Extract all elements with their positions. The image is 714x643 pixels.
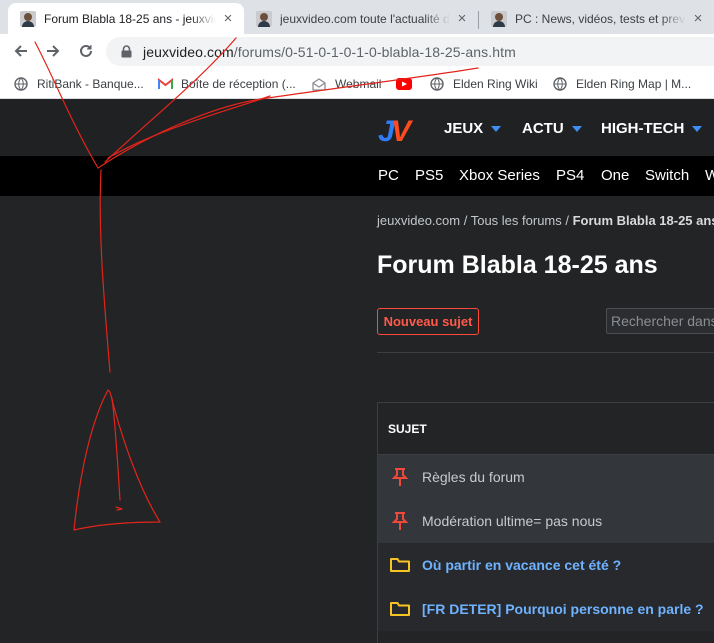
platform-ps5[interactable]: PS5 [415,167,443,184]
platform-nav: PC PS5 Xbox Series PS4 One Switch Wii U [0,156,714,196]
divider [377,352,714,353]
globe-icon [552,76,568,92]
page-title: Forum Blabla 18-25 ans [377,251,658,279]
close-tab-icon[interactable]: × [454,10,470,27]
bookmark-elden-ring-wiki[interactable]: Elden Ring Wiki [429,75,538,93]
bookmark-label: Webmail [335,77,382,91]
topic-title[interactable]: Où partir en vacance cet été ? [422,557,621,573]
topic-title[interactable]: Modération ultime= pas nous [422,513,602,529]
gmail-icon [157,76,173,92]
bookmark-youtube[interactable] [396,75,420,93]
back-button[interactable] [9,39,33,63]
folder-icon [378,601,422,617]
jv-logo[interactable]: J V [377,113,419,145]
main-content: jeuxvideo.com / Tous les forums / Forum … [0,196,714,643]
pin-icon [378,468,422,486]
globe-icon [429,76,445,92]
breadcrumb: jeuxvideo.com / Tous les forums / Forum … [377,213,714,228]
bookmark-gmail[interactable]: Boîte de réception (... [157,75,296,93]
chevron-down-icon [692,125,703,132]
platform-switch[interactable]: Switch [645,167,689,184]
breadcrumb-separator: / [561,213,573,228]
bookmark-ritibank[interactable]: RitiBank - Banque... [13,75,144,93]
tab-strip: Forum Blabla 18-25 ans - jeuxvideo.com ×… [0,0,714,34]
forward-button[interactable] [41,39,65,63]
lock-icon [119,45,133,59]
platform-pc[interactable]: PC [378,167,399,184]
topic-list: SUJET Règles du forum Modération ultime=… [377,402,714,643]
site-header: J V JEUX ACTU HIGH-TECH [0,100,714,156]
bookmark-label: Elden Ring Wiki [453,77,538,91]
breadcrumb-all-forums[interactable]: Tous les forums [471,213,562,228]
browser-toolbar: jeuxvideo.com/forums/0-51-0-1-0-1-0-blab… [0,34,714,69]
nav-jeux-label: JEUX [444,120,484,137]
bookmark-label: Elden Ring Map | M... [576,77,692,91]
bookmark-elden-ring-map[interactable]: Elden Ring Map | M... [552,75,691,93]
address-bar[interactable]: jeuxvideo.com/forums/0-51-0-1-0-1-0-blab… [106,37,714,66]
reload-icon [80,44,92,57]
webmail-icon [311,76,327,92]
bookmarks-bar: RitiBank - Banque... Boîte de réception … [0,69,714,99]
topic-row[interactable]: Où partir en vacance cet été ? [378,543,714,587]
back-arrow-icon [14,45,27,57]
close-tab-icon[interactable]: × [220,10,236,27]
topic-title[interactable]: Règles du forum [422,469,525,485]
new-topic-button[interactable]: Nouveau sujet [377,308,479,335]
pin-icon [378,512,422,530]
breadcrumb-home[interactable]: jeuxvideo.com [377,213,460,228]
forward-arrow-icon [47,45,60,57]
topic-column-header: SUJET [378,403,714,455]
breadcrumb-separator: / [460,213,471,228]
url-path: /forums/0-51-0-1-0-1-0-blabla-18-25-ans.… [233,43,516,60]
platform-ps4[interactable]: PS4 [556,167,584,184]
topic-row[interactable]: Règles du forum [378,455,714,499]
chevron-down-icon [491,125,502,132]
tab-favicon-icon [491,10,507,27]
nav-high-tech[interactable]: HIGH-TECH [601,120,703,137]
tab-favicon-icon [256,10,272,27]
platform-wii-u[interactable]: Wii U [705,167,714,184]
url-domain: jeuxvideo.com [143,43,234,60]
bookmark-label: Boîte de réception (... [181,77,296,91]
topic-title[interactable]: [FR DETER] Pourquoi personne en parle ? [422,601,704,617]
globe-icon [13,76,29,92]
tab-title: jeuxvideo.com toute l'actualité du jeu v… [280,11,450,26]
youtube-icon [396,76,412,92]
nav-actu[interactable]: ACTU [522,120,582,137]
bookmark-label: RitiBank - Banque... [37,77,144,91]
bookmark-webmail[interactable]: Webmail [311,75,381,93]
chevron-down-icon [571,125,582,132]
close-tab-icon[interactable]: × [690,10,706,27]
folder-icon [378,557,422,573]
platform-xbox-series[interactable]: Xbox Series [459,167,540,184]
topic-row[interactable]: Modération ultime= pas nous [378,499,714,543]
tab-forum-blabla[interactable]: Forum Blabla 18-25 ans - jeuxvideo.com × [8,3,244,34]
url-text: jeuxvideo.com/forums/0-51-0-1-0-1-0-blab… [143,44,516,60]
tab-jeuxvideo-home[interactable]: jeuxvideo.com toute l'actualité du jeu v… [244,3,478,34]
topic-row[interactable]: [FR DETER] Pourquoi personne en parle ? [378,587,714,631]
nav-actu-label: ACTU [522,120,564,137]
platform-one[interactable]: One [601,167,629,184]
tab-pc-news[interactable]: PC : News, vidéos, tests et previews × [479,3,714,34]
nav-jeux[interactable]: JEUX [444,120,502,137]
logo-v: V [391,115,414,145]
tab-title: Forum Blabla 18-25 ans - jeuxvideo.com [44,11,216,26]
tab-title: PC : News, vidéos, tests et previews [515,11,686,26]
reload-button[interactable] [74,39,98,63]
breadcrumb-current: Forum Blabla 18-25 ans [572,213,714,228]
tab-favicon-icon [20,10,36,27]
forum-search-input[interactable]: Rechercher dans le forum [606,308,714,334]
nav-high-tech-label: HIGH-TECH [601,120,685,137]
